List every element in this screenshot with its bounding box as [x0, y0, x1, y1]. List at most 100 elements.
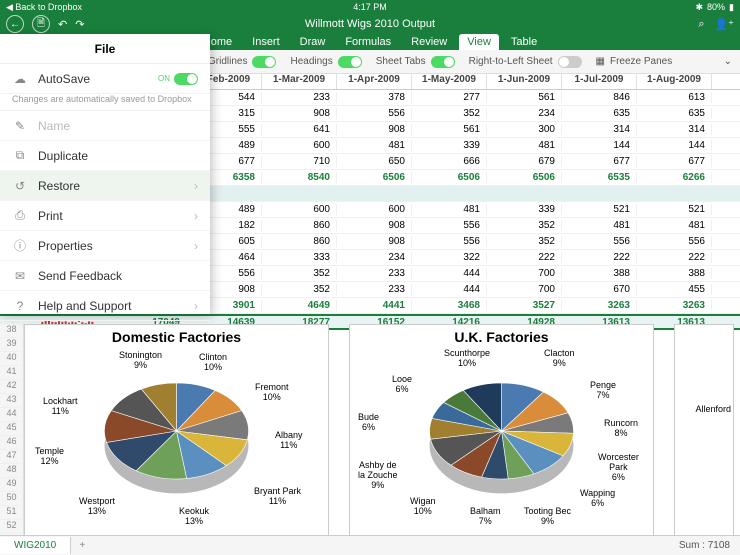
pie-chart[interactable]: U.K. FactoriesScunthorpe10%Clacton9%Peng…: [349, 324, 654, 535]
cell[interactable]: 314: [562, 124, 637, 135]
tab-draw[interactable]: Draw: [292, 34, 334, 50]
cell[interactable]: 908: [337, 236, 412, 247]
cell[interactable]: 378: [337, 92, 412, 103]
cell[interactable]: 234: [337, 252, 412, 263]
cell[interactable]: 641: [262, 124, 337, 135]
cell[interactable]: 352: [262, 284, 337, 295]
file-menu-duplicate[interactable]: ⧉Duplicate: [0, 141, 210, 171]
cell[interactable]: 600: [337, 204, 412, 215]
search-icon[interactable]: ⌕: [698, 18, 704, 31]
cell[interactable]: 339: [487, 204, 562, 215]
cell[interactable]: 561: [487, 92, 562, 103]
sheet-tab-active[interactable]: WIG2010: [0, 537, 71, 554]
cell[interactable]: 908: [262, 108, 337, 119]
cell[interactable]: 233: [262, 92, 337, 103]
cell[interactable]: 4649: [262, 300, 337, 311]
cell[interactable]: 388: [637, 268, 712, 279]
back-to-dropbox-link[interactable]: ◀ Back to Dropbox: [6, 2, 82, 13]
cell[interactable]: 8540: [262, 172, 337, 183]
cell[interactable]: 556: [637, 236, 712, 247]
tab-review[interactable]: Review: [403, 34, 455, 50]
cell[interactable]: 481: [412, 204, 487, 215]
cell[interactable]: 352: [487, 236, 562, 247]
cell[interactable]: 556: [412, 220, 487, 231]
cell[interactable]: 322: [412, 252, 487, 263]
cell[interactable]: 908: [337, 124, 412, 135]
cell[interactable]: 908: [337, 220, 412, 231]
rtl-toggle[interactable]: [558, 56, 582, 68]
tab-view[interactable]: View: [459, 34, 499, 50]
cell[interactable]: 679: [487, 156, 562, 167]
cell[interactable]: 561: [412, 124, 487, 135]
cell[interactable]: 677: [637, 156, 712, 167]
cell[interactable]: 233: [337, 268, 412, 279]
gridlines-toggle[interactable]: [252, 56, 276, 68]
cell[interactable]: 352: [262, 268, 337, 279]
cell[interactable]: 300: [487, 124, 562, 135]
cell[interactable]: 6506: [337, 172, 412, 183]
file-menu-print[interactable]: ⎙Print›: [0, 201, 210, 231]
sheet-tabs-toggle[interactable]: [431, 56, 455, 68]
cell[interactable]: 6266: [637, 172, 712, 183]
file-button[interactable]: 🗎: [32, 15, 50, 33]
ribbon-collapse-icon[interactable]: ⌄: [724, 56, 732, 67]
cell[interactable]: 556: [412, 236, 487, 247]
pie-chart[interactable]: Domestic FactoriesClinton10%Fremont10%Al…: [24, 324, 329, 535]
cell[interactable]: 339: [412, 140, 487, 151]
column-header[interactable]: 1-Jul-2009: [562, 74, 637, 89]
cell[interactable]: 600: [262, 204, 337, 215]
cell[interactable]: 635: [637, 108, 712, 119]
cell[interactable]: 6506: [487, 172, 562, 183]
cell[interactable]: 333: [262, 252, 337, 263]
share-icon[interactable]: 👤⁺: [714, 18, 734, 31]
cell[interactable]: 613: [637, 92, 712, 103]
cell[interactable]: 352: [412, 108, 487, 119]
cell[interactable]: 233: [337, 284, 412, 295]
cell[interactable]: 521: [637, 204, 712, 215]
cell[interactable]: 6535: [562, 172, 637, 183]
cell[interactable]: 650: [337, 156, 412, 167]
file-menu-send-feedback[interactable]: ✉Send Feedback: [0, 261, 210, 291]
tab-insert[interactable]: Insert: [244, 34, 288, 50]
file-autosave-row[interactable]: ☁AutoSave ON: [0, 64, 210, 94]
redo-button[interactable]: ↷: [75, 18, 84, 31]
cell[interactable]: 600: [262, 140, 337, 151]
cell[interactable]: 444: [412, 268, 487, 279]
cell[interactable]: 455: [637, 284, 712, 295]
column-header[interactable]: 1-Mar-2009: [262, 74, 337, 89]
cell[interactable]: 222: [487, 252, 562, 263]
tab-formulas[interactable]: Formulas: [337, 34, 399, 50]
cell[interactable]: 481: [562, 220, 637, 231]
undo-button[interactable]: ↶: [58, 18, 67, 31]
cell[interactable]: 3527: [487, 300, 562, 311]
cell[interactable]: 444: [412, 284, 487, 295]
cell[interactable]: 277: [412, 92, 487, 103]
autosave-toggle[interactable]: [174, 73, 198, 85]
cell[interactable]: 670: [562, 284, 637, 295]
cell[interactable]: 700: [487, 268, 562, 279]
cell[interactable]: 700: [487, 284, 562, 295]
cell[interactable]: 860: [262, 236, 337, 247]
cell[interactable]: 234: [487, 108, 562, 119]
column-header[interactable]: 1-May-2009: [412, 74, 487, 89]
headings-toggle[interactable]: [338, 56, 362, 68]
freeze-panes-button[interactable]: Freeze Panes: [610, 56, 672, 67]
pie-chart-clipped[interactable]: Allenford: [674, 324, 734, 535]
cell[interactable]: 556: [337, 108, 412, 119]
cell[interactable]: 3468: [412, 300, 487, 311]
cell[interactable]: 860: [262, 220, 337, 231]
cell[interactable]: 6506: [412, 172, 487, 183]
cell[interactable]: 222: [637, 252, 712, 263]
back-button[interactable]: ←: [6, 15, 24, 33]
cell[interactable]: 521: [562, 204, 637, 215]
cell[interactable]: 314: [637, 124, 712, 135]
cell[interactable]: 4441: [337, 300, 412, 311]
cell[interactable]: 144: [562, 140, 637, 151]
cell[interactable]: 635: [562, 108, 637, 119]
column-header[interactable]: 1-Aug-2009: [637, 74, 712, 89]
cell[interactable]: 352: [487, 220, 562, 231]
cell[interactable]: 388: [562, 268, 637, 279]
add-sheet-button[interactable]: +: [71, 540, 93, 551]
column-header[interactable]: 1-Apr-2009: [337, 74, 412, 89]
column-header[interactable]: 1-Jun-2009: [487, 74, 562, 89]
